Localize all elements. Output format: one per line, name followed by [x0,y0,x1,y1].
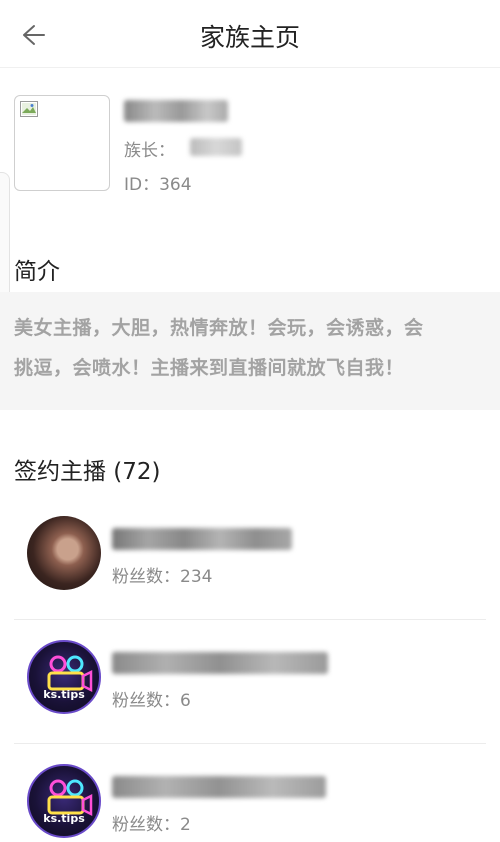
ks-tips-logo-avatar: ks.tips [27,640,101,714]
family-id-label: ID： [124,175,160,195]
family-logo-image [14,95,110,191]
anchor-list-item[interactable]: ks.tips 粉丝数：2 [0,744,500,842]
intro-line-2: 挑逗，会喷水！主播来到直播间就放飞自我！ [14,357,405,379]
anchor-fans-count: 粉丝数：234 [112,567,213,587]
anchor-name-blurred [112,776,326,798]
anchor-name-blurred [112,528,292,550]
leader-label: 族长： [124,141,175,161]
intro-text: 美女主播，大胆，热情奔放！会玩，会诱惑，会 挑逗，会喷水！主播来到直播间就放飞自… [0,292,500,410]
ks-tips-logo-text: ks.tips [43,812,85,825]
anchor-list-item[interactable]: ks.tips 粉丝数：6 [0,620,500,744]
family-id: ID：364 [124,170,192,195]
anchor-fans-count: 粉丝数：6 [112,691,191,711]
leader-name-blurred [190,138,242,156]
film-camera-icon [47,655,93,693]
top-bar: 家族主页 [0,0,500,68]
anchor-avatar [27,516,101,590]
family-id-value: 364 [159,175,192,195]
anchors-heading: 签约主播 (72) [14,459,161,485]
anchor-name-blurred [112,652,328,674]
family-info: 族长： ID：364 [0,90,500,200]
page-title: 家族主页 [199,23,300,52]
film-camera-icon [47,779,93,817]
anchor-fans-count: 粉丝数：2 [112,815,191,835]
intro-heading: 简介 [14,259,60,285]
broken-image-icon [20,101,38,117]
intro-line-1: 美女主播，大胆，热情奔放！会玩，会诱惑，会 [14,317,424,339]
ks-tips-logo-avatar: ks.tips [27,764,101,838]
family-name-blurred [124,100,228,122]
ks-tips-logo-text: ks.tips [43,688,85,701]
anchor-list-item[interactable]: 粉丝数：234 [0,496,500,620]
